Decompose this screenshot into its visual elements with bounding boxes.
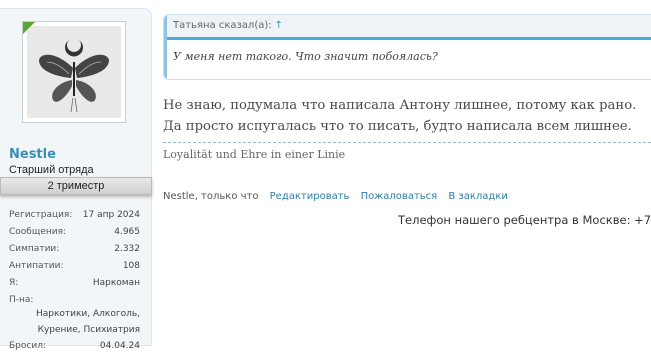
stat-value: Наркоман xyxy=(92,278,140,288)
user-title: Старший отряда xyxy=(9,164,94,176)
post-meta: Nestle, только что xyxy=(163,191,259,202)
stat-i-am: Я: Наркоман xyxy=(9,277,140,294)
user-stats: Регистрация: 17 апр 2024 Сообщения: 4.96… xyxy=(9,209,140,357)
message-body: Не знаю, подумала что написала Антону ли… xyxy=(163,95,651,137)
message-line: Да просто испугалась что то писать, будт… xyxy=(163,119,632,134)
quote-jump-arrow-icon[interactable]: ↑ xyxy=(275,20,283,31)
bookmark-link[interactable]: В закладки xyxy=(448,191,508,202)
post-actions: Nestle, только что Редактировать Пожалов… xyxy=(163,191,508,202)
stat-label: Сообщения: xyxy=(9,227,67,237)
username[interactable]: Nestle xyxy=(9,147,56,162)
stat-registration: Регистрация: 17 апр 2024 xyxy=(9,209,140,226)
stat-value: 108 xyxy=(122,261,140,271)
stat-addictions: П-на: Наркотики, Алкоголь, Курение, Псих… xyxy=(9,294,140,338)
stat-label: Симпатии: xyxy=(9,244,60,254)
signature-divider xyxy=(163,142,651,143)
stat-label: Бросил: xyxy=(9,341,46,351)
stat-dislikes: Антипатии: 108 xyxy=(9,260,140,277)
quote-text: У меня нет такого. Что значит побоялась? xyxy=(173,50,438,63)
quote-author: Татьяна сказал(а): xyxy=(173,20,272,31)
stat-value: Наркотики, Алкоголь, xyxy=(35,309,140,319)
quote-bar xyxy=(164,15,167,79)
stat-messages: Сообщения: 4.965 xyxy=(9,226,140,243)
message-line: Не знаю, подумала что написала Антону ли… xyxy=(163,98,637,113)
butterfly-moon-icon xyxy=(27,26,121,118)
stat-value[interactable]: 4.965 xyxy=(114,226,140,243)
stat-label: Регистрация: xyxy=(9,210,73,220)
rank-banner: 2 триместр xyxy=(0,177,152,195)
avatar[interactable] xyxy=(22,21,126,123)
stat-likes: Симпатии: 2.332 xyxy=(9,243,140,260)
stat-value: 04.04.24 xyxy=(99,341,140,351)
quote-header: Татьяна сказал(а): ↑ xyxy=(164,15,651,40)
stat-quit: Бросил: 04.04.24 xyxy=(9,340,140,357)
signature: Loyalität und Ehre in einer Linie xyxy=(163,148,346,161)
stat-value: 2.332 xyxy=(114,244,140,254)
stat-label: Я: xyxy=(9,278,19,288)
user-panel: Nestle Старший отряда 2 триместр Регистр… xyxy=(0,8,152,351)
stat-label: Антипатии: xyxy=(9,261,64,271)
stat-label: П-на: xyxy=(9,295,34,305)
stat-value: Курение, Психиатрия xyxy=(37,325,140,335)
quote-block: Татьяна сказал(а): ↑ У меня нет такого. Ч… xyxy=(163,14,651,80)
report-link[interactable]: Пожаловаться xyxy=(361,191,438,202)
stat-value: 17 апр 2024 xyxy=(82,210,140,220)
avatar-corner-badge xyxy=(23,22,35,34)
footer-phone-text: Телефон нашего ребцентра в Москве: +7( xyxy=(398,213,651,227)
edit-link[interactable]: Редактировать xyxy=(270,191,350,202)
